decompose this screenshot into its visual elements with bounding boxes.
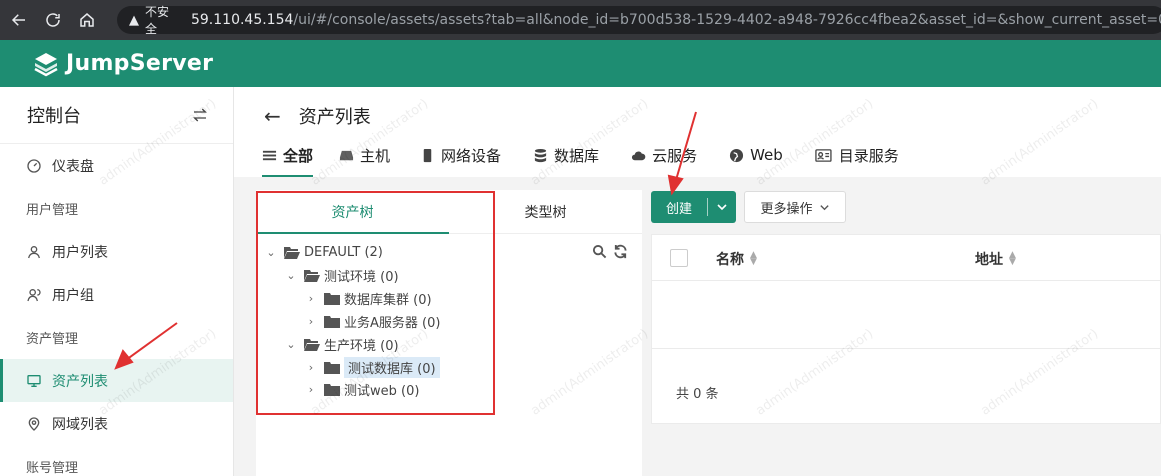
- tab-directory-service[interactable]: 目录服务: [815, 143, 899, 167]
- tree-node-test-env[interactable]: ⌄ 测试环境 (0): [284, 264, 398, 286]
- folder-icon: [324, 361, 340, 374]
- pagination-total: 共 0 条: [676, 387, 719, 402]
- folder-icon: [324, 383, 340, 396]
- chevron-down-icon[interactable]: ⌄: [284, 338, 298, 351]
- page-title: 资产列表: [298, 107, 371, 128]
- sort-icon[interactable]: ▲ ▼: [1009, 251, 1016, 267]
- tab-asset-tree[interactable]: 资产树: [256, 190, 449, 234]
- cloud-icon: [631, 148, 646, 163]
- sidebar-group-account-management: 账号管理: [26, 461, 79, 476]
- host-icon: [339, 148, 354, 163]
- tab-cloud-service[interactable]: 云服务: [631, 143, 697, 167]
- sidebar-item-user-group[interactable]: 用户组: [0, 273, 233, 316]
- sidebar: 控制台 仪表盘 用户管理 用户列表 用户组 资产管理 资产列表 网域列表 账号管…: [0, 87, 234, 476]
- tree-node-prod-env[interactable]: ⌄ 生产环境 (0): [284, 333, 398, 355]
- tree-node-default[interactable]: ⌄ DEFAULT (2): [264, 241, 382, 263]
- sidebar-item-asset-list[interactable]: 资产列表: [0, 359, 233, 402]
- folder-icon: [324, 315, 340, 328]
- asset-tree-panel: 资产树 类型树 ⌄ DEFAULT (2) ⌄ 测试环境 (0) › 数据库集群…: [256, 190, 642, 476]
- column-header-name[interactable]: 名称 ▲ ▼: [716, 249, 757, 269]
- table-header: 名称 ▲ ▼ 地址 ▲ ▼: [652, 235, 1160, 281]
- folder-open-icon: [304, 269, 320, 282]
- directory-icon: [815, 148, 833, 163]
- location-icon: [26, 416, 42, 432]
- folder-open-icon: [304, 338, 320, 351]
- chevron-right-icon[interactable]: ›: [304, 361, 318, 374]
- chevron-right-icon[interactable]: ›: [304, 315, 318, 328]
- folder-icon: [324, 292, 340, 305]
- switch-view-icon[interactable]: [191, 106, 209, 124]
- chevron-down-icon[interactable]: [708, 201, 736, 213]
- refresh-icon[interactable]: [613, 244, 628, 259]
- insecure-label: 不安全: [145, 5, 170, 36]
- url-host: 59.110.45.154: [190, 12, 294, 28]
- tree-tools: [592, 244, 628, 259]
- globe-icon: [729, 148, 744, 163]
- tab-all[interactable]: 全部: [262, 143, 314, 177]
- chevron-down-icon[interactable]: ⌄: [264, 246, 278, 259]
- tree-tabs: 资产树 类型树: [256, 190, 642, 234]
- create-button-label: 创建: [665, 201, 692, 217]
- tab-type-tree[interactable]: 类型树: [449, 190, 642, 233]
- table-body-empty: [652, 281, 1160, 349]
- sort-icon[interactable]: ▲ ▼: [750, 251, 757, 267]
- sidebar-item-label: 资产列表: [52, 373, 108, 390]
- monitor-icon: [26, 373, 42, 389]
- select-all-checkbox[interactable]: [670, 249, 688, 267]
- sidebar-item-label: 用户组: [52, 287, 94, 304]
- reload-icon[interactable]: [38, 5, 68, 35]
- more-actions-button[interactable]: 更多操作: [744, 191, 846, 223]
- sidebar-group-asset-management: 资产管理: [26, 332, 79, 347]
- sidebar-item-domain-list[interactable]: 网域列表: [0, 402, 233, 445]
- folder-open-icon: [284, 246, 300, 259]
- chevron-right-icon[interactable]: ›: [304, 383, 318, 396]
- tab-host[interactable]: 主机: [339, 143, 390, 167]
- database-icon: [533, 148, 548, 163]
- tree-node-test-database[interactable]: › 测试数据库 (0): [304, 356, 440, 378]
- tree-node-test-web[interactable]: › 测试web (0): [304, 378, 420, 400]
- more-actions-label: 更多操作: [760, 201, 813, 217]
- home-icon[interactable]: [72, 5, 102, 35]
- column-header-address[interactable]: 地址 ▲ ▼: [975, 249, 1016, 269]
- back-icon[interactable]: [4, 5, 34, 35]
- tree-node-business-a-servers[interactable]: › 业务A服务器 (0): [304, 310, 441, 332]
- app-header: JumpServer: [0, 40, 1161, 87]
- asset-table: 名称 ▲ ▼ 地址 ▲ ▼ 共 0 条: [651, 234, 1161, 424]
- sidebar-item-label: 仪表盘: [52, 158, 94, 175]
- sidebar-group-user-management: 用户管理: [26, 203, 79, 218]
- sidebar-item-label: 网域列表: [52, 416, 108, 433]
- sidebar-item-user-list[interactable]: 用户列表: [0, 230, 233, 273]
- browser-toolbar: ▲ 不安全 59.110.45.154 /ui/#/console/assets…: [0, 0, 1161, 40]
- network-device-icon: [420, 148, 435, 163]
- warning-icon: ▲: [129, 12, 139, 28]
- console-title: 控制台: [27, 106, 81, 127]
- url-path: /ui/#/console/assets/assets?tab=all&node…: [293, 12, 1161, 28]
- tab-network-device[interactable]: 网络设备: [420, 143, 501, 167]
- chevron-right-icon[interactable]: ›: [304, 292, 318, 305]
- back-arrow-icon[interactable]: ←: [264, 104, 281, 128]
- tab-database[interactable]: 数据库: [533, 143, 599, 167]
- sidebar-item-dashboard[interactable]: 仪表盘: [0, 144, 233, 187]
- search-icon[interactable]: [592, 244, 607, 259]
- asset-type-tabs: 全部 主机 网络设备 数据库 云服务 Web 目录服务: [262, 143, 899, 177]
- tab-web[interactable]: Web: [729, 143, 783, 167]
- address-bar[interactable]: ▲ 不安全 59.110.45.154 /ui/#/console/assets…: [117, 5, 1161, 36]
- tree-node-db-cluster[interactable]: › 数据库集群 (0): [304, 287, 432, 309]
- user-icon: [26, 244, 42, 260]
- content-header: ← 资产列表 全部 主机 网络设备 数据库 云服务 Web 目录服务: [234, 87, 1161, 177]
- list-icon: [262, 148, 277, 163]
- sidebar-header: 控制台: [0, 87, 233, 144]
- chevron-down-icon: [819, 204, 829, 210]
- chevron-down-icon[interactable]: ⌄: [284, 269, 298, 282]
- jumpserver-logo-icon: [34, 52, 58, 76]
- page-title-row: ← 资产列表: [264, 103, 371, 129]
- sidebar-item-label: 用户列表: [52, 244, 108, 261]
- create-button[interactable]: 创建: [651, 191, 736, 223]
- dashboard-icon: [26, 158, 42, 174]
- brand-name[interactable]: JumpServer: [66, 51, 213, 76]
- users-icon: [26, 287, 42, 303]
